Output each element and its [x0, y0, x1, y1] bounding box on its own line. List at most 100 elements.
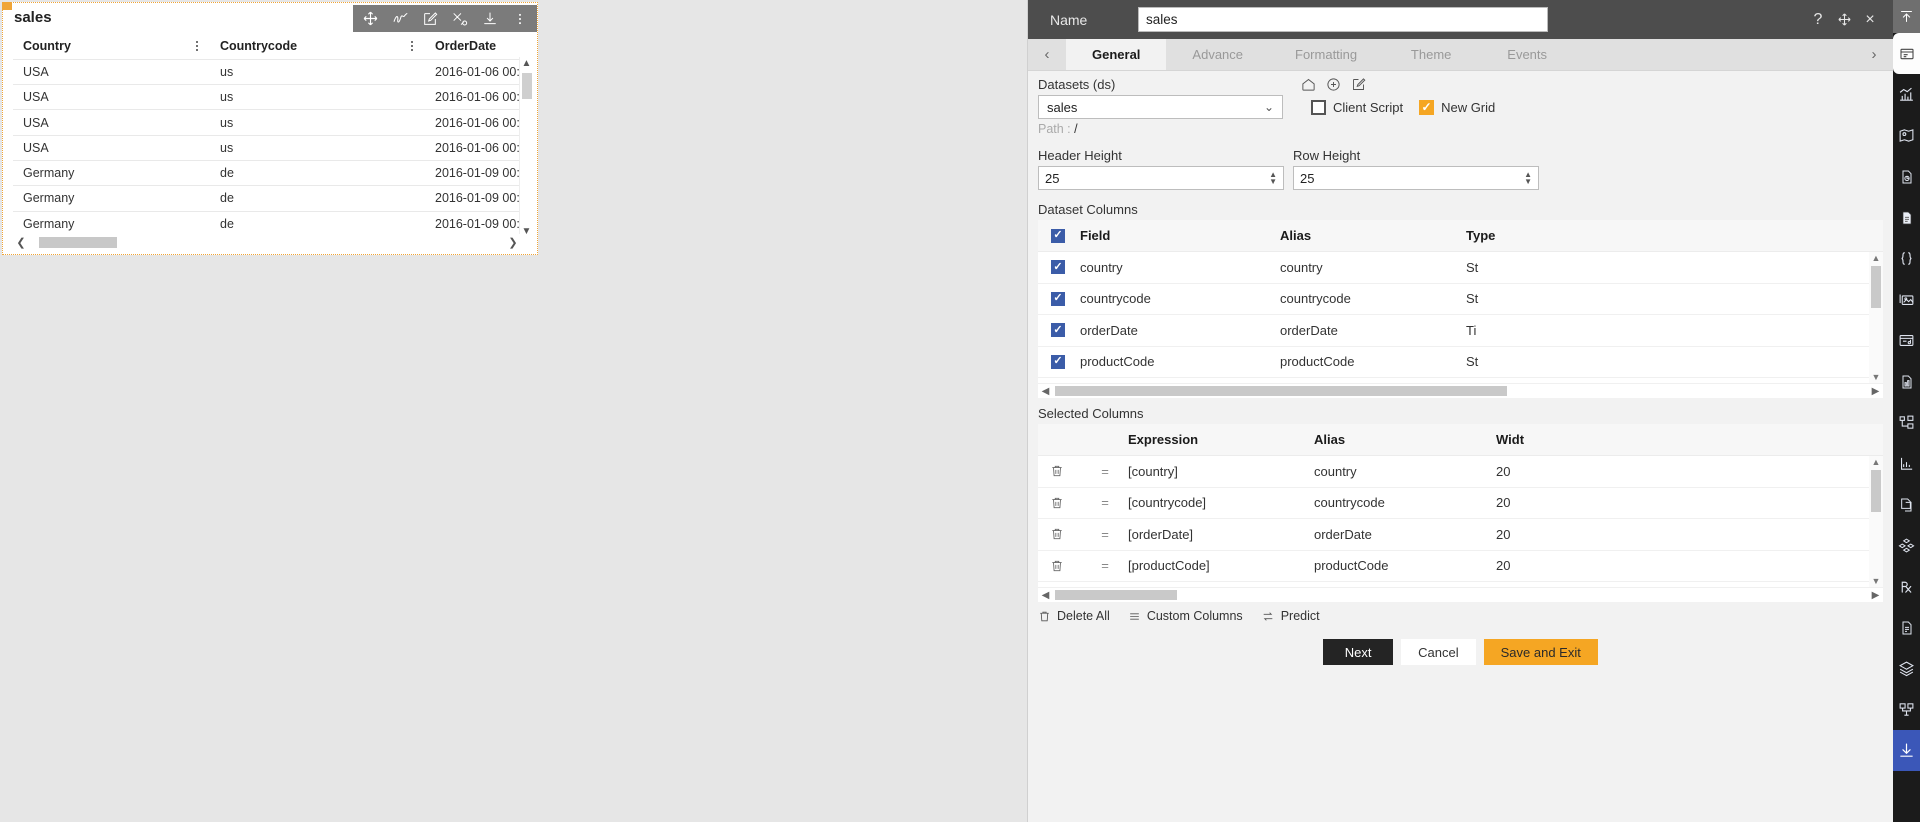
cell-expression[interactable]: [countrycode]	[1128, 495, 1314, 510]
document-icon[interactable]	[1893, 197, 1920, 238]
header-height-input[interactable]: 25 ▲ ▼	[1038, 166, 1284, 190]
select-all-checkbox[interactable]	[1051, 228, 1065, 243]
row-checkbox[interactable]	[1051, 354, 1065, 369]
code-braces-icon[interactable]	[1893, 238, 1920, 279]
help-icon[interactable]: ?	[1805, 5, 1831, 35]
move-icon[interactable]	[355, 5, 385, 32]
table-row[interactable]: = [productCode] productCode 20	[1038, 550, 1883, 582]
tab-general[interactable]: General	[1066, 39, 1167, 70]
cell-width[interactable]: 20	[1496, 495, 1552, 510]
tabs-next-arrow[interactable]: ›	[1855, 39, 1893, 70]
cell-alias[interactable]: productCode	[1314, 558, 1496, 573]
table-row[interactable]: Germany de 2016-01-09 00:0	[13, 185, 521, 212]
scroll-down-icon[interactable]: ▼	[1872, 575, 1881, 587]
download-tray-icon[interactable]	[1893, 730, 1920, 771]
vertical-scroll-thumb[interactable]	[1871, 470, 1881, 512]
cell-width[interactable]: 20	[1496, 527, 1552, 542]
layers-icon[interactable]	[1893, 648, 1920, 689]
horizontal-scroll-thumb[interactable]	[1055, 590, 1177, 600]
delete-all-button[interactable]: Delete All	[1038, 609, 1110, 623]
grid-col-orderdate[interactable]: OrderDate	[425, 34, 521, 60]
tab-bar[interactable]: ‹ General Advance Formatting Theme Event…	[1028, 39, 1893, 71]
file-text-icon[interactable]	[1893, 607, 1920, 648]
kebab-menu-icon[interactable]	[505, 5, 535, 32]
custom-columns-button[interactable]: Custom Columns	[1128, 609, 1243, 623]
table-row[interactable]: = [orderDate] orderDate 20	[1038, 519, 1883, 551]
next-button[interactable]: Next	[1323, 639, 1394, 665]
chart-icon[interactable]	[1893, 74, 1920, 115]
scroll-down-icon[interactable]: ▼	[1872, 371, 1881, 383]
grid-vertical-scrollbar[interactable]: ▲ ▼	[519, 57, 533, 239]
scroll-up-icon[interactable]: ▲	[1872, 252, 1881, 264]
scroll-up-icon[interactable]: ▲	[1872, 456, 1881, 468]
tabs-prev-arrow[interactable]: ‹	[1028, 39, 1066, 70]
report-canvas[interactable]: sales Country Countrycode OrderDate USA …	[0, 0, 1027, 822]
selected-columns-vscrollbar[interactable]: ▲ ▼	[1869, 456, 1883, 587]
equals-icon[interactable]: =	[1082, 527, 1128, 542]
components-icon[interactable]	[1893, 689, 1920, 730]
vertical-scroll-thumb[interactable]	[521, 73, 532, 99]
move-icon[interactable]	[1831, 5, 1857, 35]
horizontal-scroll-track[interactable]	[29, 236, 505, 248]
collapse-up-icon[interactable]	[1893, 0, 1920, 33]
selected-columns-table[interactable]: Expression Alias Widt = [country] countr…	[1038, 424, 1883, 587]
dataset-columns-vscrollbar[interactable]: ▲ ▼	[1869, 252, 1883, 383]
table-row[interactable]: country country St	[1038, 252, 1883, 284]
tab-advance[interactable]: Advance	[1166, 39, 1269, 70]
predict-button[interactable]: Predict	[1261, 609, 1320, 623]
dataset-columns-hscrollbar[interactable]: ◀ ▶	[1038, 383, 1883, 398]
close-icon[interactable]: ×	[1857, 5, 1883, 35]
row-height-stepper[interactable]: ▲ ▼	[1524, 171, 1532, 186]
column-menu-icon[interactable]	[196, 39, 198, 53]
tab-formatting[interactable]: Formatting	[1269, 39, 1383, 70]
save-and-exit-button[interactable]: Save and Exit	[1483, 639, 1598, 665]
scroll-right-icon[interactable]: ▶	[1868, 590, 1883, 601]
edit-square-icon[interactable]	[1351, 77, 1366, 92]
panel-icon[interactable]	[1893, 33, 1920, 74]
grid-col-country[interactable]: Country	[13, 34, 210, 60]
doc-chart-icon[interactable]	[1893, 156, 1920, 197]
new-grid-checkbox[interactable]	[1419, 99, 1435, 115]
selected-columns-actions[interactable]: Delete All Custom Columns Predict	[1038, 609, 1883, 623]
table-row[interactable]: Germany de 2016-01-09 00:0	[13, 160, 521, 187]
row-checkbox[interactable]	[1051, 323, 1065, 338]
table-row[interactable]: productCode productCode St	[1038, 346, 1883, 378]
scroll-left-icon[interactable]: ◀	[1038, 386, 1053, 397]
scroll-right-icon[interactable]: ▶	[1868, 386, 1883, 397]
scribble-icon[interactable]	[385, 5, 415, 32]
cube-group-icon[interactable]	[1893, 525, 1920, 566]
trash-icon[interactable]	[1038, 527, 1082, 541]
row-checkbox[interactable]	[1051, 260, 1065, 275]
image-icon[interactable]	[1893, 279, 1920, 320]
equals-icon[interactable]: =	[1082, 495, 1128, 510]
page-icon[interactable]	[1893, 484, 1920, 525]
vertical-scroll-thumb[interactable]	[1871, 266, 1881, 308]
scroll-up-icon[interactable]: ▲	[522, 57, 532, 71]
cell-expression[interactable]: [orderDate]	[1128, 527, 1314, 542]
trash-icon[interactable]	[1038, 496, 1082, 510]
cell-width[interactable]: 20	[1496, 558, 1552, 573]
tools-icon[interactable]	[445, 5, 475, 32]
table-row[interactable]: USA us 2016-01-06 00:0	[13, 59, 521, 86]
grid-widget[interactable]: sales Country Countrycode OrderDate USA …	[2, 2, 538, 255]
bar-chart-icon[interactable]	[1893, 443, 1920, 484]
table-row[interactable]: USA us 2016-01-06 00:0	[13, 135, 521, 161]
column-menu-icon[interactable]	[411, 39, 413, 53]
scroll-down-icon[interactable]: ▼	[522, 225, 532, 239]
scroll-left-icon[interactable]: ❮	[13, 236, 29, 249]
trash-icon[interactable]	[1038, 464, 1082, 478]
cell-expression[interactable]: [productCode]	[1128, 558, 1314, 573]
tab-events[interactable]: Events	[1479, 39, 1575, 70]
cell-expression[interactable]: [country]	[1128, 464, 1314, 479]
table-row[interactable]: USA us 2016-01-06 00:0	[13, 84, 521, 111]
cell-width[interactable]: 20	[1496, 464, 1552, 479]
grid-horizontal-scrollbar[interactable]: ❮ ❯	[13, 234, 521, 250]
dataset-select[interactable]: sales ⌄	[1038, 95, 1283, 119]
prescription-icon[interactable]	[1893, 566, 1920, 607]
grid-col-countrycode[interactable]: Countrycode	[210, 34, 425, 60]
dialog-actions[interactable]: Next Cancel Save and Exit	[1038, 639, 1883, 665]
edit-icon[interactable]	[415, 5, 445, 32]
table-row[interactable]: USA us 2016-01-06 00:0	[13, 109, 521, 136]
selected-columns-hscrollbar[interactable]: ◀ ▶	[1038, 587, 1883, 602]
cell-alias[interactable]: countrycode	[1314, 495, 1496, 510]
